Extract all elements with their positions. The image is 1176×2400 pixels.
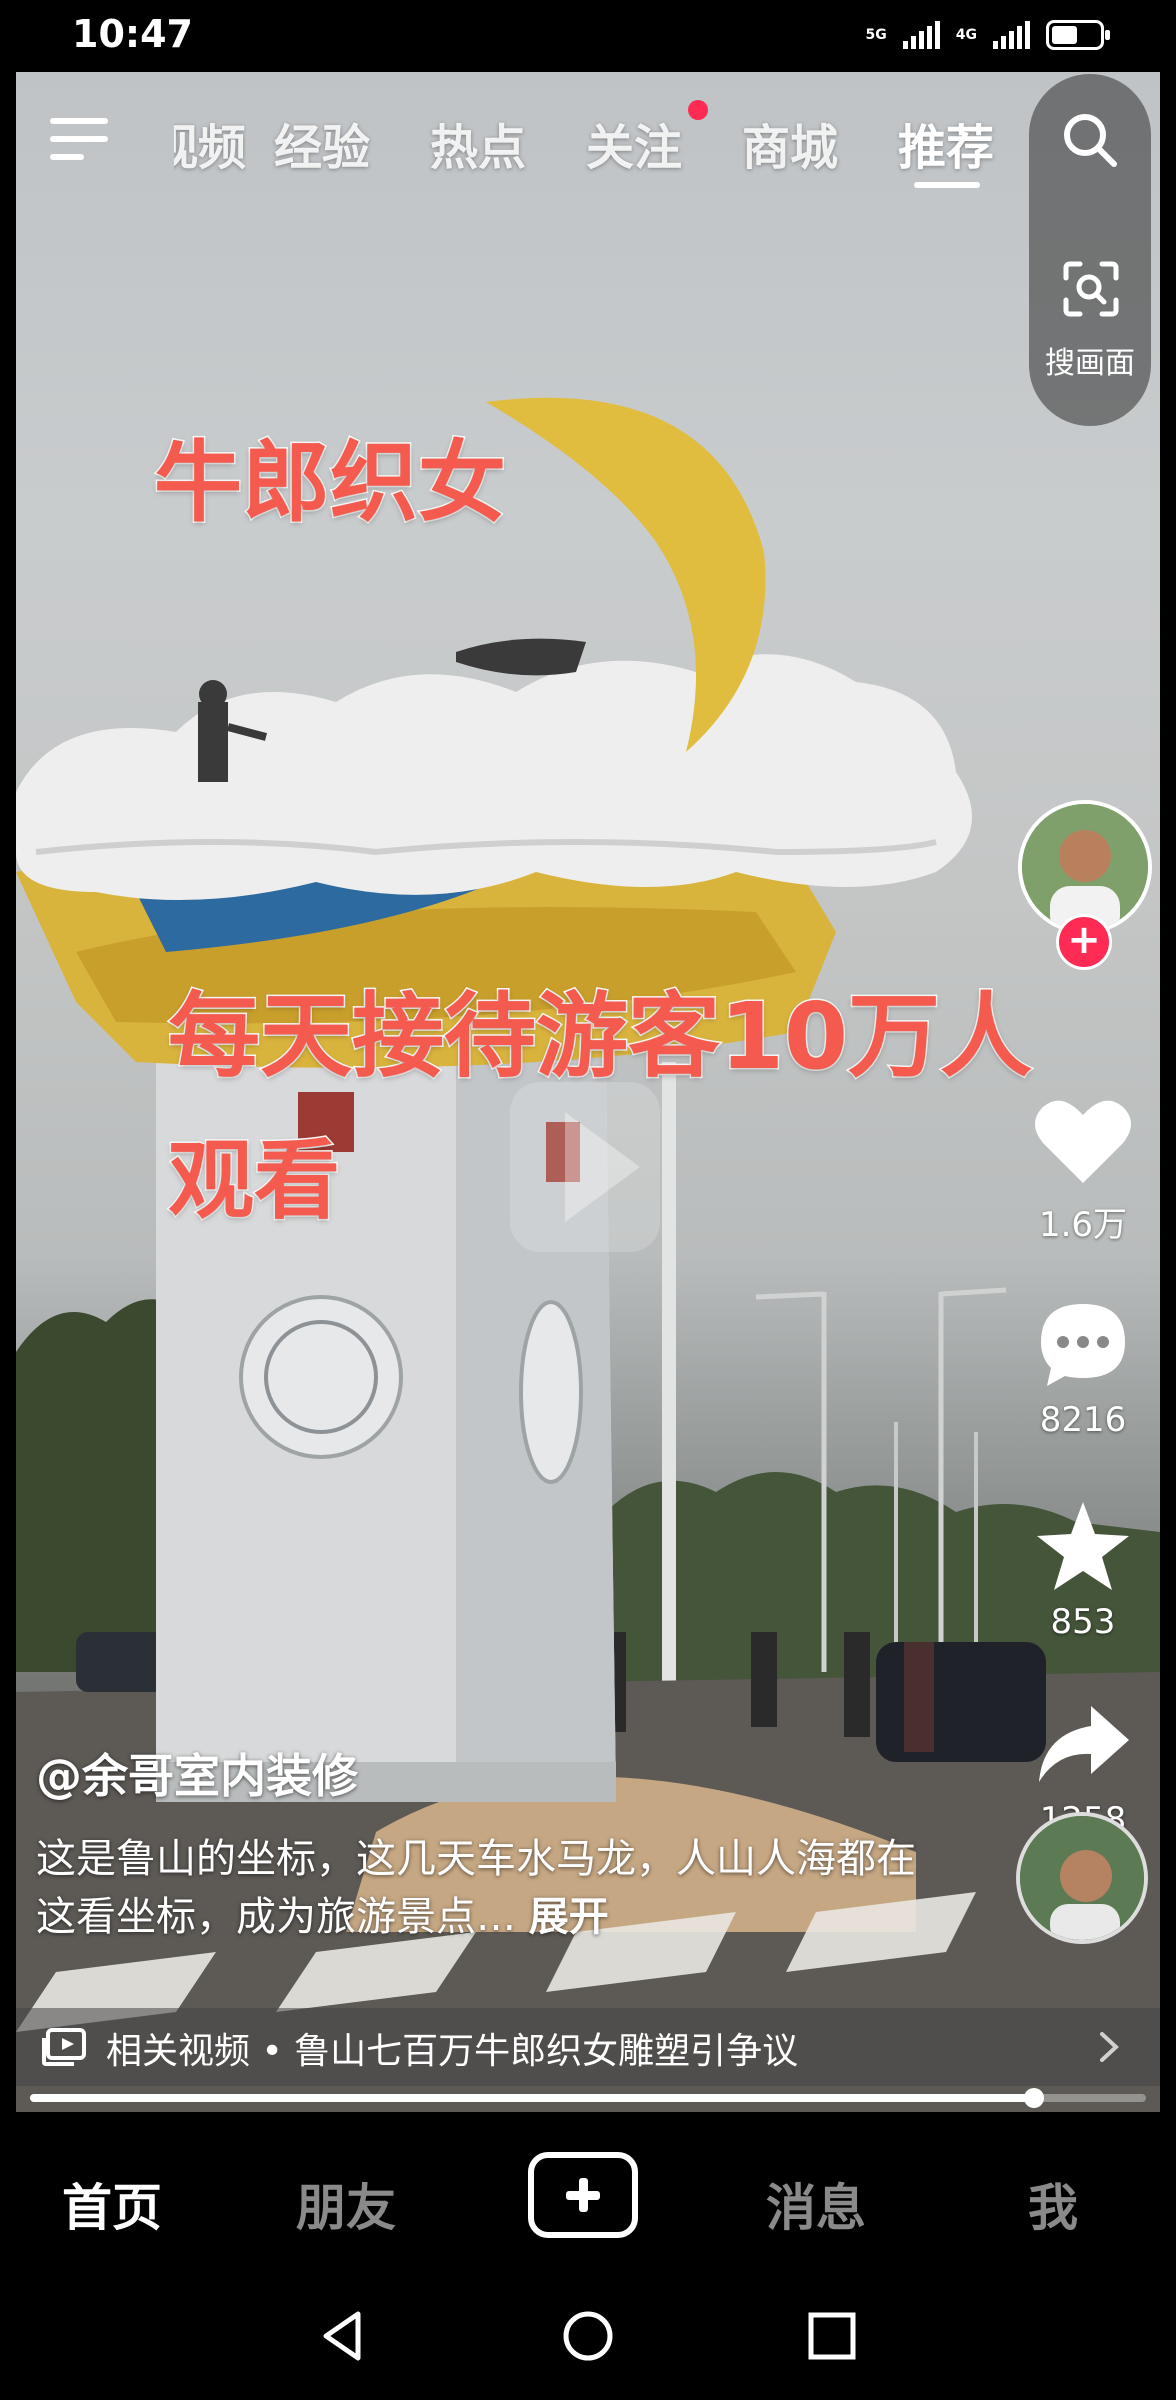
tab-following[interactable]: 关注	[586, 108, 682, 178]
search-panel: 搜画面	[1029, 74, 1151, 426]
heart-icon	[1035, 1100, 1131, 1183]
status-icons: 5G 4G	[865, 20, 1110, 50]
music-disc-image	[1020, 1816, 1144, 1940]
comment-icon	[1041, 1304, 1125, 1386]
chevron-right-icon	[1100, 2032, 1119, 2062]
image-search-icon[interactable]	[1062, 260, 1120, 318]
tab-recommend[interactable]: 推荐	[898, 108, 994, 178]
top-tab-bar: 视频 经验 热点 关注 商城 推荐 搜画面	[16, 72, 1160, 426]
following-notification-badge	[688, 100, 708, 120]
author-avatar-image	[1022, 804, 1148, 930]
play-icon[interactable]	[510, 1062, 660, 1262]
share-icon	[1039, 1706, 1129, 1782]
signal-bars-icon	[993, 21, 1030, 49]
nav-me[interactable]: 我	[1028, 2168, 1078, 2240]
status-time: 10:47	[72, 12, 193, 56]
signal-5g-label: 5G	[865, 27, 887, 43]
tab-experience[interactable]: 经验	[274, 108, 370, 178]
tab-trending[interactable]: 热点	[430, 108, 526, 178]
video-overlay-title: 牛郎织女	[152, 430, 507, 536]
video-list-icon	[42, 2028, 86, 2066]
tab-mall[interactable]: 商城	[742, 108, 838, 178]
music-disc-avatar[interactable]	[1016, 1812, 1148, 1944]
caption-text: 这是鲁山的坐标，这几天车水马龙，人山人海都在这看坐标，成为旅游景点…	[36, 1836, 916, 1940]
follow-button[interactable]: +	[1056, 914, 1112, 970]
create-post-button[interactable]	[528, 2152, 638, 2238]
search-icon[interactable]	[1060, 110, 1120, 170]
comment-action[interactable]: 8216	[1008, 1298, 1158, 1440]
related-video-title: 相关视频 • 鲁山七百万牛郎织女雕塑引争议	[106, 2031, 799, 2072]
active-tab-indicator	[914, 182, 980, 188]
back-icon[interactable]	[314, 2306, 374, 2366]
video-progress-bar[interactable]	[30, 2088, 1146, 2108]
video-overlay-line-2: 观看	[167, 1130, 342, 1233]
author-name[interactable]: @余哥室内装修	[36, 1740, 358, 1806]
recent-apps-icon[interactable]	[802, 2306, 862, 2366]
signal-bars-icon	[902, 21, 940, 49]
home-icon[interactable]	[558, 2306, 618, 2366]
video-player[interactable]: 视频 经验 热点 关注 商城 推荐 搜画面 牛郎织女 每天接待游客10万人 观看	[16, 72, 1160, 2112]
expand-caption-button[interactable]: 展开	[529, 1894, 609, 1940]
menu-icon[interactable]	[50, 114, 110, 164]
related-video-bar[interactable]: 相关视频 • 鲁山七百万牛郎织女雕塑引争议	[16, 2008, 1160, 2086]
image-search-label[interactable]: 搜画面	[1029, 338, 1151, 382]
comment-count: 8216	[1039, 1400, 1127, 1440]
nav-messages[interactable]: 消息	[766, 2168, 866, 2240]
video-progress-fill	[30, 2094, 1035, 2102]
system-nav-bar	[0, 2282, 1176, 2400]
nav-friends[interactable]: 朋友	[296, 2168, 396, 2240]
battery-icon	[1046, 20, 1110, 50]
video-caption[interactable]: 这是鲁山的坐标，这几天车水马龙，人山人海都在这看坐标，成为旅游景点… 展开	[36, 1830, 936, 1946]
signal-4g-label: 4G	[955, 27, 977, 43]
like-count: 1.6万	[1038, 1205, 1128, 1245]
nav-home[interactable]: 首页	[62, 2168, 162, 2240]
like-action[interactable]: 1.6万	[1008, 1095, 1158, 1246]
bottom-nav: 首页 朋友 消息 我	[0, 2112, 1176, 2282]
favorite-count: 853	[1050, 1602, 1116, 1642]
favorite-action[interactable]: 853	[1008, 1500, 1158, 1642]
status-bar: 10:47 5G 4G	[0, 0, 1176, 72]
battery-level	[1052, 26, 1078, 44]
star-icon	[1037, 1502, 1129, 1590]
tab-video[interactable]: 视频	[174, 108, 246, 178]
